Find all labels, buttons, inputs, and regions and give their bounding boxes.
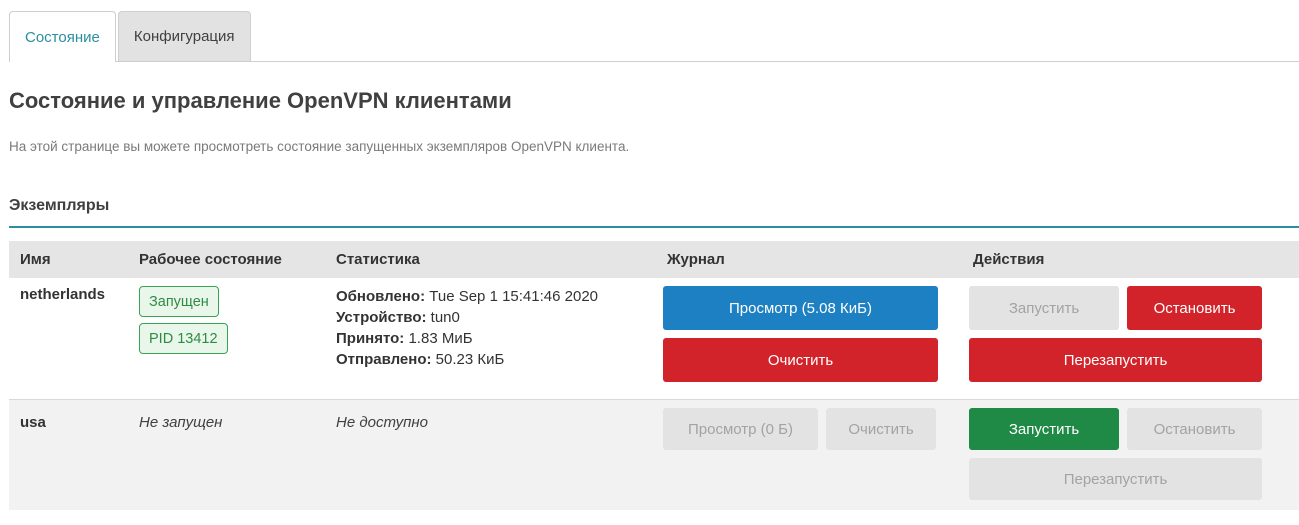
column-header-stats: Статистика	[325, 241, 656, 278]
start-button[interactable]: Запустить	[969, 286, 1119, 330]
stop-button[interactable]: Остановить	[1127, 408, 1262, 450]
clear-log-button[interactable]: Очистить	[826, 408, 936, 450]
stat-label-device: Устройство:	[336, 309, 427, 326]
state-cell: Запущен PID 13412	[128, 278, 325, 400]
stop-button[interactable]: Остановить	[1127, 286, 1262, 330]
tab-bar: Состояние Конфигурация	[9, 0, 1299, 62]
instances-table: Имя Рабочее состояние Статистика Журнал …	[9, 241, 1299, 510]
stats-cell: Обновлено: Tue Sep 1 15:41:46 2020 Устро…	[325, 278, 656, 400]
stat-value-device: tun0	[430, 309, 460, 326]
page: Состояние Конфигурация Состояние и управ…	[0, 0, 1299, 510]
section-divider	[9, 226, 1299, 228]
stat-label-sent: Отправлено:	[336, 351, 432, 368]
stat-value-received: 1.83 МиБ	[408, 330, 473, 347]
log-cell: Просмотр (5.08 КиБ) Очистить	[656, 278, 962, 400]
tab-configuration[interactable]: Конфигурация	[117, 11, 251, 61]
start-button[interactable]: Запустить	[969, 408, 1119, 450]
pid-badge: PID 13412	[139, 323, 228, 354]
table-row: netherlands Запущен PID 13412 Обновлено:…	[9, 278, 1299, 400]
section-title: Экземпляры	[9, 197, 110, 214]
actions-cell: Запустить Остановить Перезапустить	[962, 278, 1299, 400]
stat-label-updated: Обновлено:	[336, 288, 426, 305]
stat-value-updated: Tue Sep 1 15:41:46 2020	[429, 288, 598, 305]
page-description: На этой странице вы можете просмотреть с…	[9, 139, 630, 154]
page-title: Состояние и управление OpenVPN клиентами	[9, 88, 512, 113]
actions-cell: Запустить Остановить Перезапустить	[962, 399, 1299, 510]
restart-button[interactable]: Перезапустить	[969, 338, 1262, 382]
stat-value-sent: 50.23 КиБ	[435, 351, 505, 368]
column-header-actions: Действия	[962, 241, 1299, 278]
table-header-row: Имя Рабочее состояние Статистика Журнал …	[9, 241, 1299, 278]
column-header-state: Рабочее состояние	[128, 241, 325, 278]
column-header-log: Журнал	[656, 241, 962, 278]
view-log-button[interactable]: Просмотр (5.08 КиБ)	[663, 286, 938, 330]
column-header-name: Имя	[9, 241, 128, 278]
instance-name: usa	[9, 399, 128, 510]
instance-name: netherlands	[9, 278, 128, 400]
restart-button[interactable]: Перезапустить	[969, 458, 1262, 500]
state-text: Не запущен	[128, 399, 325, 510]
stat-label-received: Принято:	[336, 330, 405, 347]
status-badge: Запущен	[139, 286, 219, 317]
log-cell: Просмотр (0 Б) Очистить	[656, 399, 962, 510]
view-log-button[interactable]: Просмотр (0 Б)	[663, 408, 818, 450]
clear-log-button[interactable]: Очистить	[663, 338, 938, 382]
tab-status[interactable]: Состояние	[9, 11, 116, 62]
stats-text: Не доступно	[325, 399, 656, 510]
table-row: usa Не запущен Не доступно Просмотр (0 Б…	[9, 399, 1299, 510]
